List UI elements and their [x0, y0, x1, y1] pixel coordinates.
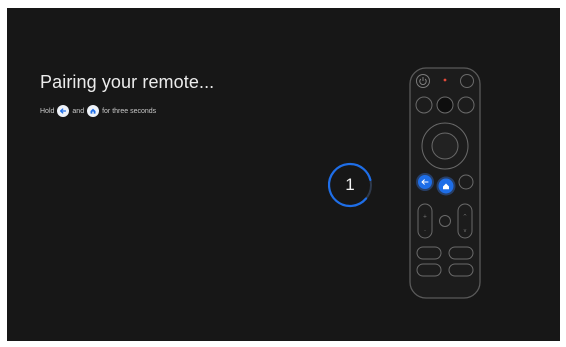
- home-icon: [87, 105, 100, 117]
- hint-suffix-text: for three seconds: [102, 107, 157, 115]
- countdown-timer: 1: [326, 161, 374, 209]
- svg-text:-: -: [424, 228, 426, 234]
- hint-and-text: and: [72, 107, 85, 115]
- svg-text:+: +: [423, 214, 427, 220]
- pairing-screen: Pairing your remote... Hold and for thre…: [7, 8, 560, 341]
- remote-illustration: + - ^ v: [409, 67, 481, 299]
- back-arrow-icon: [57, 105, 70, 117]
- page-title: Pairing your remote...: [40, 72, 215, 92]
- svg-text:^: ^: [463, 214, 467, 220]
- countdown-number: 1: [345, 175, 355, 194]
- hint-hold-text: Hold: [40, 107, 55, 115]
- svg-text:v: v: [464, 228, 467, 234]
- pairing-instructions: Hold and for three seconds: [40, 105, 156, 117]
